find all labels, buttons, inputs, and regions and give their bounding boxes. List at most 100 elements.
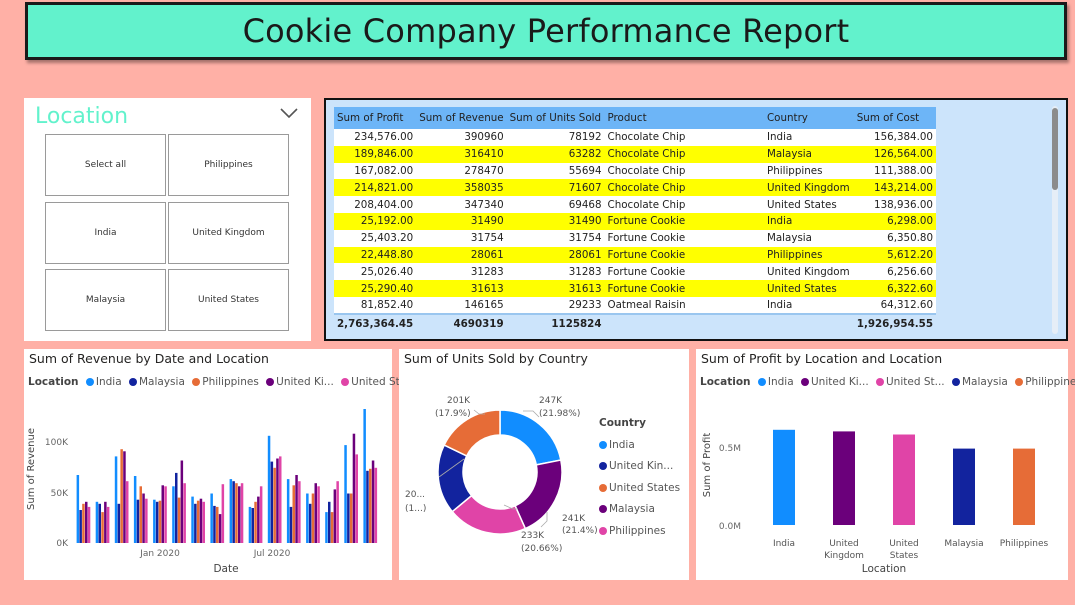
slicer-option-philippines[interactable]: Philippines: [168, 134, 289, 196]
revenue-bar[interactable]: [273, 467, 276, 543]
table-scrollbar[interactable]: [1052, 106, 1058, 334]
revenue-bar[interactable]: [317, 486, 320, 543]
revenue-bar[interactable]: [216, 506, 219, 543]
revenue-bar[interactable]: [229, 479, 233, 543]
revenue-bar[interactable]: [295, 475, 298, 543]
table-row[interactable]: 208,404.00 347340 69468 Chocolate Chip Unite…: [334, 196, 936, 213]
table-row[interactable]: 22,448.80 28061 28061 Fortune Cookie Philipp…: [334, 246, 936, 264]
revenue-bar[interactable]: [120, 449, 123, 543]
table-row[interactable]: 81,852.40 146165 29233 Oatmeal Raisin India 6…: [334, 296, 936, 314]
table-row[interactable]: 234,576.00 390960 78192 Chocolate Chip India…: [334, 129, 936, 146]
profit-bar[interactable]: [953, 448, 975, 525]
revenue-bar[interactable]: [95, 501, 99, 543]
revenue-bar[interactable]: [161, 485, 165, 543]
revenue-bar[interactable]: [123, 451, 126, 543]
revenue-bar[interactable]: [114, 456, 118, 543]
revenue-bar[interactable]: [175, 472, 178, 543]
table-row[interactable]: 25,290.40 31613 31613 Fortune Cookie United …: [334, 280, 936, 297]
revenue-bar[interactable]: [369, 468, 372, 543]
revenue-bar[interactable]: [79, 510, 82, 543]
revenue-bar[interactable]: [251, 508, 255, 543]
revenue-bar[interactable]: [199, 498, 203, 543]
revenue-bar[interactable]: [270, 461, 274, 543]
revenue-bar[interactable]: [289, 506, 293, 543]
revenue-bar[interactable]: [183, 483, 186, 543]
revenue-bar[interactable]: [328, 501, 331, 543]
revenue-bar[interactable]: [194, 503, 197, 543]
revenue-bar[interactable]: [117, 503, 121, 543]
column-header[interactable]: Sum of Units Sold: [506, 107, 605, 129]
revenue-bar[interactable]: [101, 512, 104, 543]
revenue-bar[interactable]: [286, 479, 290, 543]
revenue-bar[interactable]: [276, 458, 279, 544]
revenue-bar[interactable]: [279, 456, 282, 543]
slicer-option-united-states[interactable]: United States: [168, 269, 289, 331]
revenue-bar[interactable]: [314, 483, 318, 543]
slicer-option-united-kingdom[interactable]: United Kingdom: [168, 202, 289, 264]
revenue-bar[interactable]: [155, 501, 159, 543]
revenue-bar[interactable]: [254, 501, 257, 543]
revenue-bar[interactable]: [104, 501, 107, 543]
revenue-bar[interactable]: [257, 496, 260, 543]
revenue-bar[interactable]: [355, 454, 359, 543]
revenue-bar[interactable]: [235, 483, 238, 543]
revenue-bar[interactable]: [330, 512, 334, 543]
legend-item[interactable]: Malaysia: [599, 499, 680, 521]
revenue-bar[interactable]: [87, 506, 91, 543]
revenue-bar[interactable]: [145, 498, 148, 543]
column-header[interactable]: Sum of Cost: [853, 107, 936, 129]
revenue-bar[interactable]: [191, 496, 194, 543]
revenue-bar[interactable]: [180, 460, 184, 544]
scrollbar-thumb[interactable]: [1052, 108, 1058, 190]
revenue-bar[interactable]: [347, 493, 350, 544]
revenue-bar[interactable]: [82, 503, 85, 543]
revenue-bar[interactable]: [292, 485, 296, 543]
revenue-bar[interactable]: [98, 503, 102, 543]
legend-item[interactable]: United States: [599, 478, 680, 500]
revenue-bar[interactable]: [126, 481, 129, 543]
table-row[interactable]: 189,846.00 316410 63282 Chocolate Chip Malay…: [334, 145, 936, 163]
revenue-bar[interactable]: [336, 481, 339, 543]
revenue-bar[interactable]: [139, 486, 143, 543]
profit-bar[interactable]: [1013, 448, 1035, 525]
revenue-bar[interactable]: [221, 484, 225, 543]
revenue-bar[interactable]: [349, 493, 353, 544]
revenue-bar[interactable]: [106, 506, 110, 543]
revenue-bar[interactable]: [366, 470, 369, 543]
revenue-bar[interactable]: [76, 475, 80, 543]
revenue-bar[interactable]: [136, 499, 140, 543]
revenue-bar[interactable]: [238, 486, 241, 543]
slicer-option-india[interactable]: India: [45, 202, 166, 264]
revenue-bar[interactable]: [210, 493, 213, 544]
table-row[interactable]: 214,821.00 358035 71607 Chocolate Chip Unite…: [334, 179, 936, 197]
revenue-bar[interactable]: [311, 493, 315, 544]
revenue-bar[interactable]: [248, 506, 252, 543]
legend-item[interactable]: Philippines: [599, 521, 680, 543]
table-row[interactable]: 167,082.00 278470 55694 Chocolate Chip Phili…: [334, 162, 936, 180]
revenue-bar[interactable]: [333, 489, 337, 543]
profit-bar[interactable]: [773, 429, 795, 525]
revenue-bar[interactable]: [177, 497, 181, 543]
legend-item[interactable]: India: [599, 435, 680, 457]
table-row[interactable]: 25,403.20 31754 31754 Fortune Cookie Malaysi…: [334, 229, 936, 247]
revenue-bar[interactable]: [259, 486, 263, 543]
revenue-bar[interactable]: [202, 501, 206, 543]
revenue-bar[interactable]: [298, 481, 301, 543]
revenue-bar[interactable]: [196, 500, 200, 543]
column-header[interactable]: Country: [763, 107, 854, 129]
column-header[interactable]: Product: [604, 107, 764, 129]
profit-bar[interactable]: [893, 434, 915, 526]
revenue-bar[interactable]: [352, 433, 356, 543]
table-row[interactable]: 25,192.00 31490 31490 Fortune Cookie India 6,…: [334, 212, 936, 230]
revenue-bar[interactable]: [374, 467, 378, 543]
revenue-bar[interactable]: [158, 500, 162, 543]
slicer-option-select-all[interactable]: Select all: [45, 134, 166, 196]
chevron-down-icon[interactable]: [279, 106, 299, 120]
legend-item[interactable]: United Kin...: [599, 456, 680, 478]
revenue-bar[interactable]: [308, 503, 312, 543]
revenue-bar[interactable]: [153, 499, 156, 543]
column-header[interactable]: Sum of Profit: [334, 107, 417, 129]
revenue-bar[interactable]: [133, 476, 137, 543]
column-header[interactable]: Sum of Revenue: [416, 107, 507, 129]
revenue-bar[interactable]: [240, 483, 244, 543]
